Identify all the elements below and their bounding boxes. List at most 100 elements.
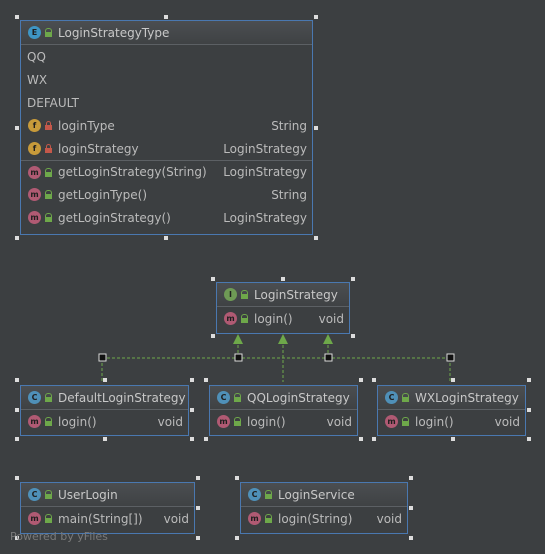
selection-handle[interactable]: [451, 378, 455, 382]
method-return-type: void: [157, 414, 183, 429]
method-icon: m: [385, 415, 398, 428]
class-header: C WXLoginStrategy: [378, 386, 525, 410]
public-lock-icon: [241, 314, 248, 323]
class-title: WXLoginStrategy: [415, 390, 519, 405]
method-icon: m: [28, 211, 41, 224]
selection-handle[interactable]: [164, 236, 168, 240]
selection-handle[interactable]: [351, 334, 355, 338]
class-header: I LoginStrategy: [217, 283, 349, 307]
public-lock-icon: [45, 417, 52, 426]
selection-handle[interactable]: [15, 126, 19, 130]
field-row: f loginType String: [21, 114, 312, 137]
selection-handle[interactable]: [190, 437, 194, 441]
method-return-type: void: [326, 414, 352, 429]
method-name: getLoginStrategy(String): [58, 165, 207, 179]
class-header: C UserLogin: [21, 483, 194, 507]
method-return-type: String: [271, 187, 307, 202]
public-lock-icon: [45, 190, 52, 199]
selection-handle[interactable]: [359, 378, 363, 382]
selection-handle[interactable]: [164, 15, 168, 19]
method-return-type: void: [376, 511, 402, 526]
enum-login-strategy-type[interactable]: E LoginStrategyType QQ WX DEFAULT f logi…: [20, 20, 313, 235]
selection-handle[interactable]: [204, 378, 208, 382]
public-lock-icon: [234, 393, 241, 402]
bend-point-handle: [324, 353, 333, 362]
selection-handle[interactable]: [196, 476, 200, 480]
selection-handle[interactable]: [211, 277, 215, 281]
public-lock-icon: [45, 514, 52, 523]
class-header: C DefaultLoginStrategy: [21, 386, 188, 410]
selection-handle[interactable]: [359, 437, 363, 441]
interface-login-strategy[interactable]: I LoginStrategy m login() void: [216, 282, 350, 334]
private-lock-icon: [45, 121, 52, 130]
method-row: m getLoginStrategy(String) LoginStrategy: [21, 160, 312, 183]
constant-label: DEFAULT: [27, 95, 79, 110]
selection-handle[interactable]: [190, 378, 194, 382]
selection-handle[interactable]: [314, 126, 318, 130]
method-icon: m: [28, 512, 41, 525]
method-row: m login() void: [21, 410, 188, 433]
class-title: LoginStrategyType: [58, 25, 170, 40]
selection-handle[interactable]: [372, 378, 376, 382]
class-icon: C: [217, 391, 230, 404]
public-lock-icon: [45, 28, 52, 37]
selection-handle[interactable]: [351, 277, 355, 281]
public-lock-icon: [45, 167, 52, 177]
class-qq-login-strategy[interactable]: C QQLoginStrategy m login() void: [209, 385, 358, 436]
interface-icon: I: [224, 288, 237, 301]
selection-handle[interactable]: [196, 536, 200, 540]
public-lock-icon: [45, 213, 52, 222]
selection-handle[interactable]: [211, 334, 215, 338]
selection-handle[interactable]: [103, 437, 107, 441]
method-icon: m: [28, 165, 41, 179]
class-login-service[interactable]: C LoginService m login(String) void: [240, 482, 408, 534]
selection-handle[interactable]: [527, 408, 531, 412]
selection-handle[interactable]: [409, 536, 413, 540]
class-default-login-strategy[interactable]: C DefaultLoginStrategy m login() void: [20, 385, 189, 436]
method-return-type: LoginStrategy: [223, 210, 307, 225]
method-name: login(String): [278, 511, 353, 526]
method-return-type: void: [163, 511, 189, 526]
selection-handle[interactable]: [235, 536, 239, 540]
method-row: m login() void: [378, 410, 525, 433]
field-icon: f: [28, 142, 41, 155]
field-type: LoginStrategy: [223, 141, 307, 156]
selection-handle[interactable]: [103, 378, 107, 382]
selection-handle[interactable]: [314, 236, 318, 240]
selection-handle[interactable]: [15, 15, 19, 19]
selection-handle[interactable]: [409, 476, 413, 480]
class-wx-login-strategy[interactable]: C WXLoginStrategy m login() void: [377, 385, 526, 436]
selection-handle[interactable]: [314, 15, 318, 19]
field-name: loginStrategy: [58, 141, 139, 156]
selection-handle[interactable]: [451, 437, 455, 441]
method-row: m getLoginStrategy() LoginStrategy: [21, 206, 312, 229]
constant-label: QQ: [27, 49, 46, 64]
class-title: DefaultLoginStrategy: [58, 390, 186, 405]
enum-icon: E: [28, 26, 41, 39]
public-lock-icon: [45, 393, 52, 402]
method-row: m main(String[]) void: [21, 507, 194, 530]
selection-handle[interactable]: [190, 408, 194, 412]
selection-handle[interactable]: [409, 506, 413, 510]
method-row: m login() void: [217, 307, 349, 330]
class-title: QQLoginStrategy: [247, 390, 350, 405]
selection-handle[interactable]: [235, 476, 239, 480]
selection-handle[interactable]: [15, 476, 19, 480]
selection-handle[interactable]: [527, 437, 531, 441]
public-lock-icon: [265, 490, 272, 499]
selection-handle[interactable]: [196, 506, 200, 510]
method-icon: m: [28, 415, 41, 428]
selection-handle[interactable]: [15, 378, 19, 382]
method-row: m getLoginType() String: [21, 183, 312, 206]
selection-handle[interactable]: [527, 378, 531, 382]
selection-handle[interactable]: [15, 408, 19, 412]
selection-handle[interactable]: [281, 277, 285, 281]
private-lock-icon: [45, 144, 52, 153]
method-name: login(): [247, 414, 286, 429]
selection-handle[interactable]: [15, 437, 19, 441]
class-icon: C: [28, 391, 41, 404]
selection-handle[interactable]: [204, 437, 208, 441]
class-user-login[interactable]: C UserLogin m main(String[]) void: [20, 482, 195, 534]
selection-handle[interactable]: [15, 236, 19, 240]
selection-handle[interactable]: [372, 437, 376, 441]
